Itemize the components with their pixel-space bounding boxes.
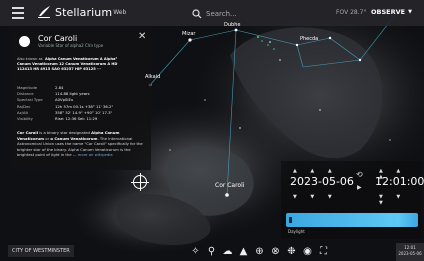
clock-date: 2023-05-06 <box>398 251 422 256</box>
landscape-icon[interactable]: ▲ <box>237 245 250 258</box>
wikipedia-link[interactable]: more on wikipedia <box>78 152 113 157</box>
property-row: Visibility Rise: 12:36 Set: 11:29 <box>17 116 98 122</box>
star-label-mizar[interactable]: Mizar <box>182 31 195 37</box>
aka-line3: 112413 HR 4915 SAO 63257 HIP 63125 ··· <box>17 67 102 72</box>
star-label-dubhe[interactable]: Dubhe <box>224 22 240 28</box>
bottom-toolbar: ✧ ⚲ ☁ ▲ ⊕ ⊗ ❉ ◉ ⛶ <box>189 245 330 258</box>
system-clock: 12:01 2023-05-06 <box>396 243 424 261</box>
slider-handle[interactable] <box>289 217 292 223</box>
also-known-as: Also known as Alpha Canum Venaticorum A … <box>17 57 147 73</box>
equatorial-grid-icon[interactable]: ⊗ <box>269 245 282 258</box>
star-icon <box>19 36 30 47</box>
star-label-cor-caroli[interactable]: Cor Caroli <box>215 182 244 189</box>
chevron-down-icon: ▼ <box>408 9 412 15</box>
date-down-arrows[interactable]: ▼ ▼ ▼ <box>293 194 338 200</box>
search-box[interactable]: Search... <box>192 7 282 20</box>
top-bar: Stellarium Web Search... FOV 28.7° OBSER… <box>0 0 424 26</box>
date-up-arrows[interactable]: ▲ ▲ ▲ <box>293 168 338 174</box>
night-mode-icon[interactable]: ◉ <box>301 245 314 258</box>
app-name: Stellarium <box>55 5 113 19</box>
play-icon[interactable]: ▶ <box>357 184 362 191</box>
art-icon[interactable]: ⚲ <box>205 245 218 258</box>
azimuthal-grid-icon[interactable]: ⊕ <box>253 245 266 258</box>
constellations-icon[interactable]: ✧ <box>189 245 202 258</box>
nebulae-icon[interactable]: ❉ <box>285 245 298 258</box>
close-icon[interactable]: ✕ <box>138 31 146 42</box>
aka-line2: Canum Venaticorum 12 Canum Venaticorum A… <box>17 62 118 67</box>
reset-icon[interactable]: ⟲ <box>356 170 363 179</box>
target-icon[interactable] <box>131 173 149 191</box>
object-name: Cor Caroli <box>38 34 78 43</box>
atmosphere-icon[interactable]: ☁ <box>221 245 234 258</box>
menu-icon[interactable] <box>12 7 24 19</box>
time-panel: ▲ ▲ ▲ 2023-05-06 ▼ ▼ ▼ ⟲ ▶ ▲ ▲ ▲ 12:01:0… <box>281 161 424 239</box>
fov-readout: FOV 28.7° <box>336 9 367 16</box>
object-properties: Magnitude 2.84 Distance 114.88 light years… <box>17 85 147 122</box>
observe-label: OBSERVE <box>371 8 406 16</box>
app-name-sup: Web <box>113 8 127 16</box>
object-description: Cor Caroli is a binary star designated A… <box>17 130 143 158</box>
observe-button[interactable]: OBSERVE ▼ <box>371 8 412 16</box>
time-display[interactable]: 12:01:00 <box>375 175 424 188</box>
time-down-arrows[interactable]: ▼ ▼ ▼ <box>379 194 421 206</box>
location-label: CITY OF WESTMINSTER <box>12 248 70 254</box>
object-info-panel: ✕ Cor Caroli Variable Star of alpha2 CVn… <box>10 27 151 170</box>
fullscreen-icon[interactable]: ⛶ <box>317 245 330 258</box>
time-slider[interactable] <box>286 213 418 227</box>
date-display[interactable]: 2023-05-06 <box>290 175 354 188</box>
search-icon <box>192 8 202 18</box>
app-logo: Stellarium Web <box>37 5 126 19</box>
logo-icon <box>38 6 50 18</box>
star-label-alkaid[interactable]: Alkaid <box>145 74 160 80</box>
aka-label: Also known as <box>17 57 43 61</box>
location-button[interactable]: CITY OF WESTMINSTER <box>8 245 74 257</box>
object-type: Variable Star of alpha2 CVn type <box>38 43 104 48</box>
aka-line1: Alpha Canum Venaticorum A Alpha² <box>44 57 118 61</box>
search-input[interactable]: Search... <box>206 10 237 18</box>
star-label-phecda[interactable]: Phecda <box>300 36 318 42</box>
slider-label: Daylight <box>288 229 305 234</box>
